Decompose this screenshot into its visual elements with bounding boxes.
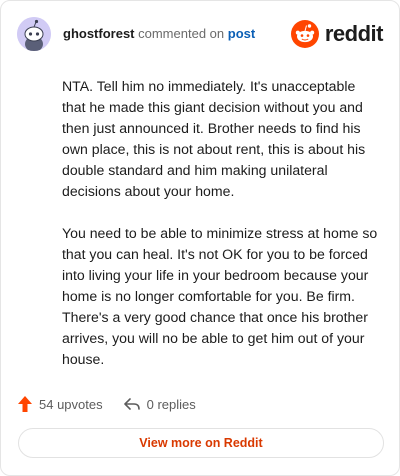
post-link[interactable]: post — [228, 26, 255, 41]
commented-on-text: commented on — [138, 26, 225, 41]
avatar[interactable] — [17, 17, 51, 51]
comment-embed-card: ghostforest commented on post reddit NTA… — [0, 0, 400, 476]
reddit-logo[interactable]: reddit — [290, 19, 384, 49]
comment-body: NTA. Tell him no immediately. It's unacc… — [62, 76, 380, 391]
snoo-avatar-icon — [17, 17, 51, 51]
reddit-wordmark: reddit — [324, 21, 384, 46]
username-link[interactable]: ghostforest — [63, 26, 135, 41]
reply-count: 0 replies — [146, 396, 196, 412]
upvote-count: 54 upvotes — [39, 396, 103, 412]
reply-button[interactable]: 0 replies — [123, 396, 196, 412]
comment-header: ghostforest commented on post reddit — [15, 17, 385, 53]
reply-icon — [123, 398, 140, 410]
upvote-button[interactable]: 54 upvotes — [17, 395, 103, 413]
comment-paragraph: NTA. Tell him no immediately. It's unacc… — [62, 78, 366, 199]
upvote-arrow-icon — [18, 396, 32, 412]
view-more-button[interactable]: View more on Reddit — [18, 428, 384, 458]
comment-meta: ghostforest commented on post — [63, 26, 255, 41]
reddit-logo-icon — [290, 20, 319, 48]
comment-paragraph: You need to be able to minimize stress a… — [62, 225, 378, 367]
comment-actions: 54 upvotes 0 replies — [17, 393, 216, 415]
